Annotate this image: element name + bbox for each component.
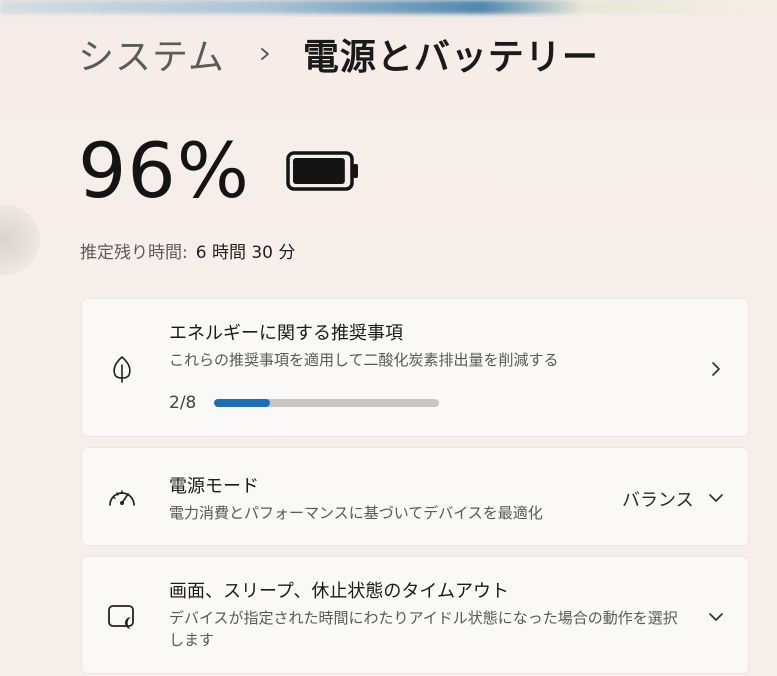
breadcrumb-parent-system[interactable]: システム: [78, 28, 225, 80]
remaining-time-label: 推定残り時間:: [80, 243, 188, 263]
screen-sleep-text: 画面、スリープ、休止状態のタイムアウト デバイスが指定された時間にわたりアイドル…: [169, 579, 689, 651]
energy-recommendations-text: エネルギーに関する推奨事項 これらの推奨事項を適用して二酸化炭素排出量を削減する: [169, 321, 559, 371]
energy-recommendations-card[interactable]: エネルギーに関する推奨事項 これらの推奨事項を適用して二酸化炭素排出量を削減する…: [81, 298, 749, 437]
power-mode-card[interactable]: 電源モード 電力消費とパフォーマンスに基づいてデバイスを最適化 バランス: [81, 447, 749, 546]
screen-sleep-title: 画面、スリープ、休止状態のタイムアウト: [169, 581, 510, 602]
screen-sleep-timeout-card[interactable]: 画面、スリープ、休止状態のタイムアウト デバイスが指定された時間にわたりアイドル…: [81, 556, 749, 674]
energy-recommendations-subtitle: これらの推奨事項を適用して二酸化炭素排出量を削減する: [169, 351, 559, 369]
recommendations-progress-bar: [214, 399, 439, 407]
gauge-icon: [106, 482, 138, 514]
power-mode-subtitle: 電力消費とパフォーマンスに基づいてデバイスを最適化: [169, 504, 543, 522]
remaining-time: 推定残り時間: 6 時間 30 分: [80, 238, 295, 263]
screen-sleep-subtitle: デバイスが指定された時間にわたりアイドル状態になった場合の動作を選択します: [169, 609, 678, 649]
battery-percentage: 96%: [78, 126, 250, 215]
power-mode-text: 電源モード 電力消費とパフォーマンスに基づいてデバイスを最適化: [169, 474, 543, 524]
power-mode-title: 電源モード: [169, 476, 259, 497]
chevron-right-icon[interactable]: [706, 359, 726, 379]
remaining-time-value: 6 時間 30 分: [195, 243, 296, 263]
battery-icon: [286, 151, 360, 195]
power-mode-dropdown-value[interactable]: バランス: [622, 486, 694, 512]
energy-recommendations-title: エネルギーに関する推奨事項: [169, 323, 403, 344]
page-title: 電源とバッテリー: [302, 37, 599, 78]
recommendations-progress-label: 2/8: [169, 393, 197, 413]
leaf-icon: [106, 353, 138, 385]
breadcrumb-chevron-icon: [251, 40, 279, 68]
recommendations-progress: 2/8: [169, 393, 439, 413]
battery-summary: 96%: [78, 126, 360, 216]
breadcrumb: システム 電源とバッテリー: [78, 30, 599, 78]
chevron-down-icon[interactable]: [706, 488, 726, 508]
background-blur: [0, 205, 40, 275]
chevron-down-icon[interactable]: [706, 607, 726, 627]
recommendations-progress-fill: [214, 399, 271, 407]
screen-sleep-icon: [106, 601, 138, 633]
wallpaper-strip: [0, 0, 777, 14]
